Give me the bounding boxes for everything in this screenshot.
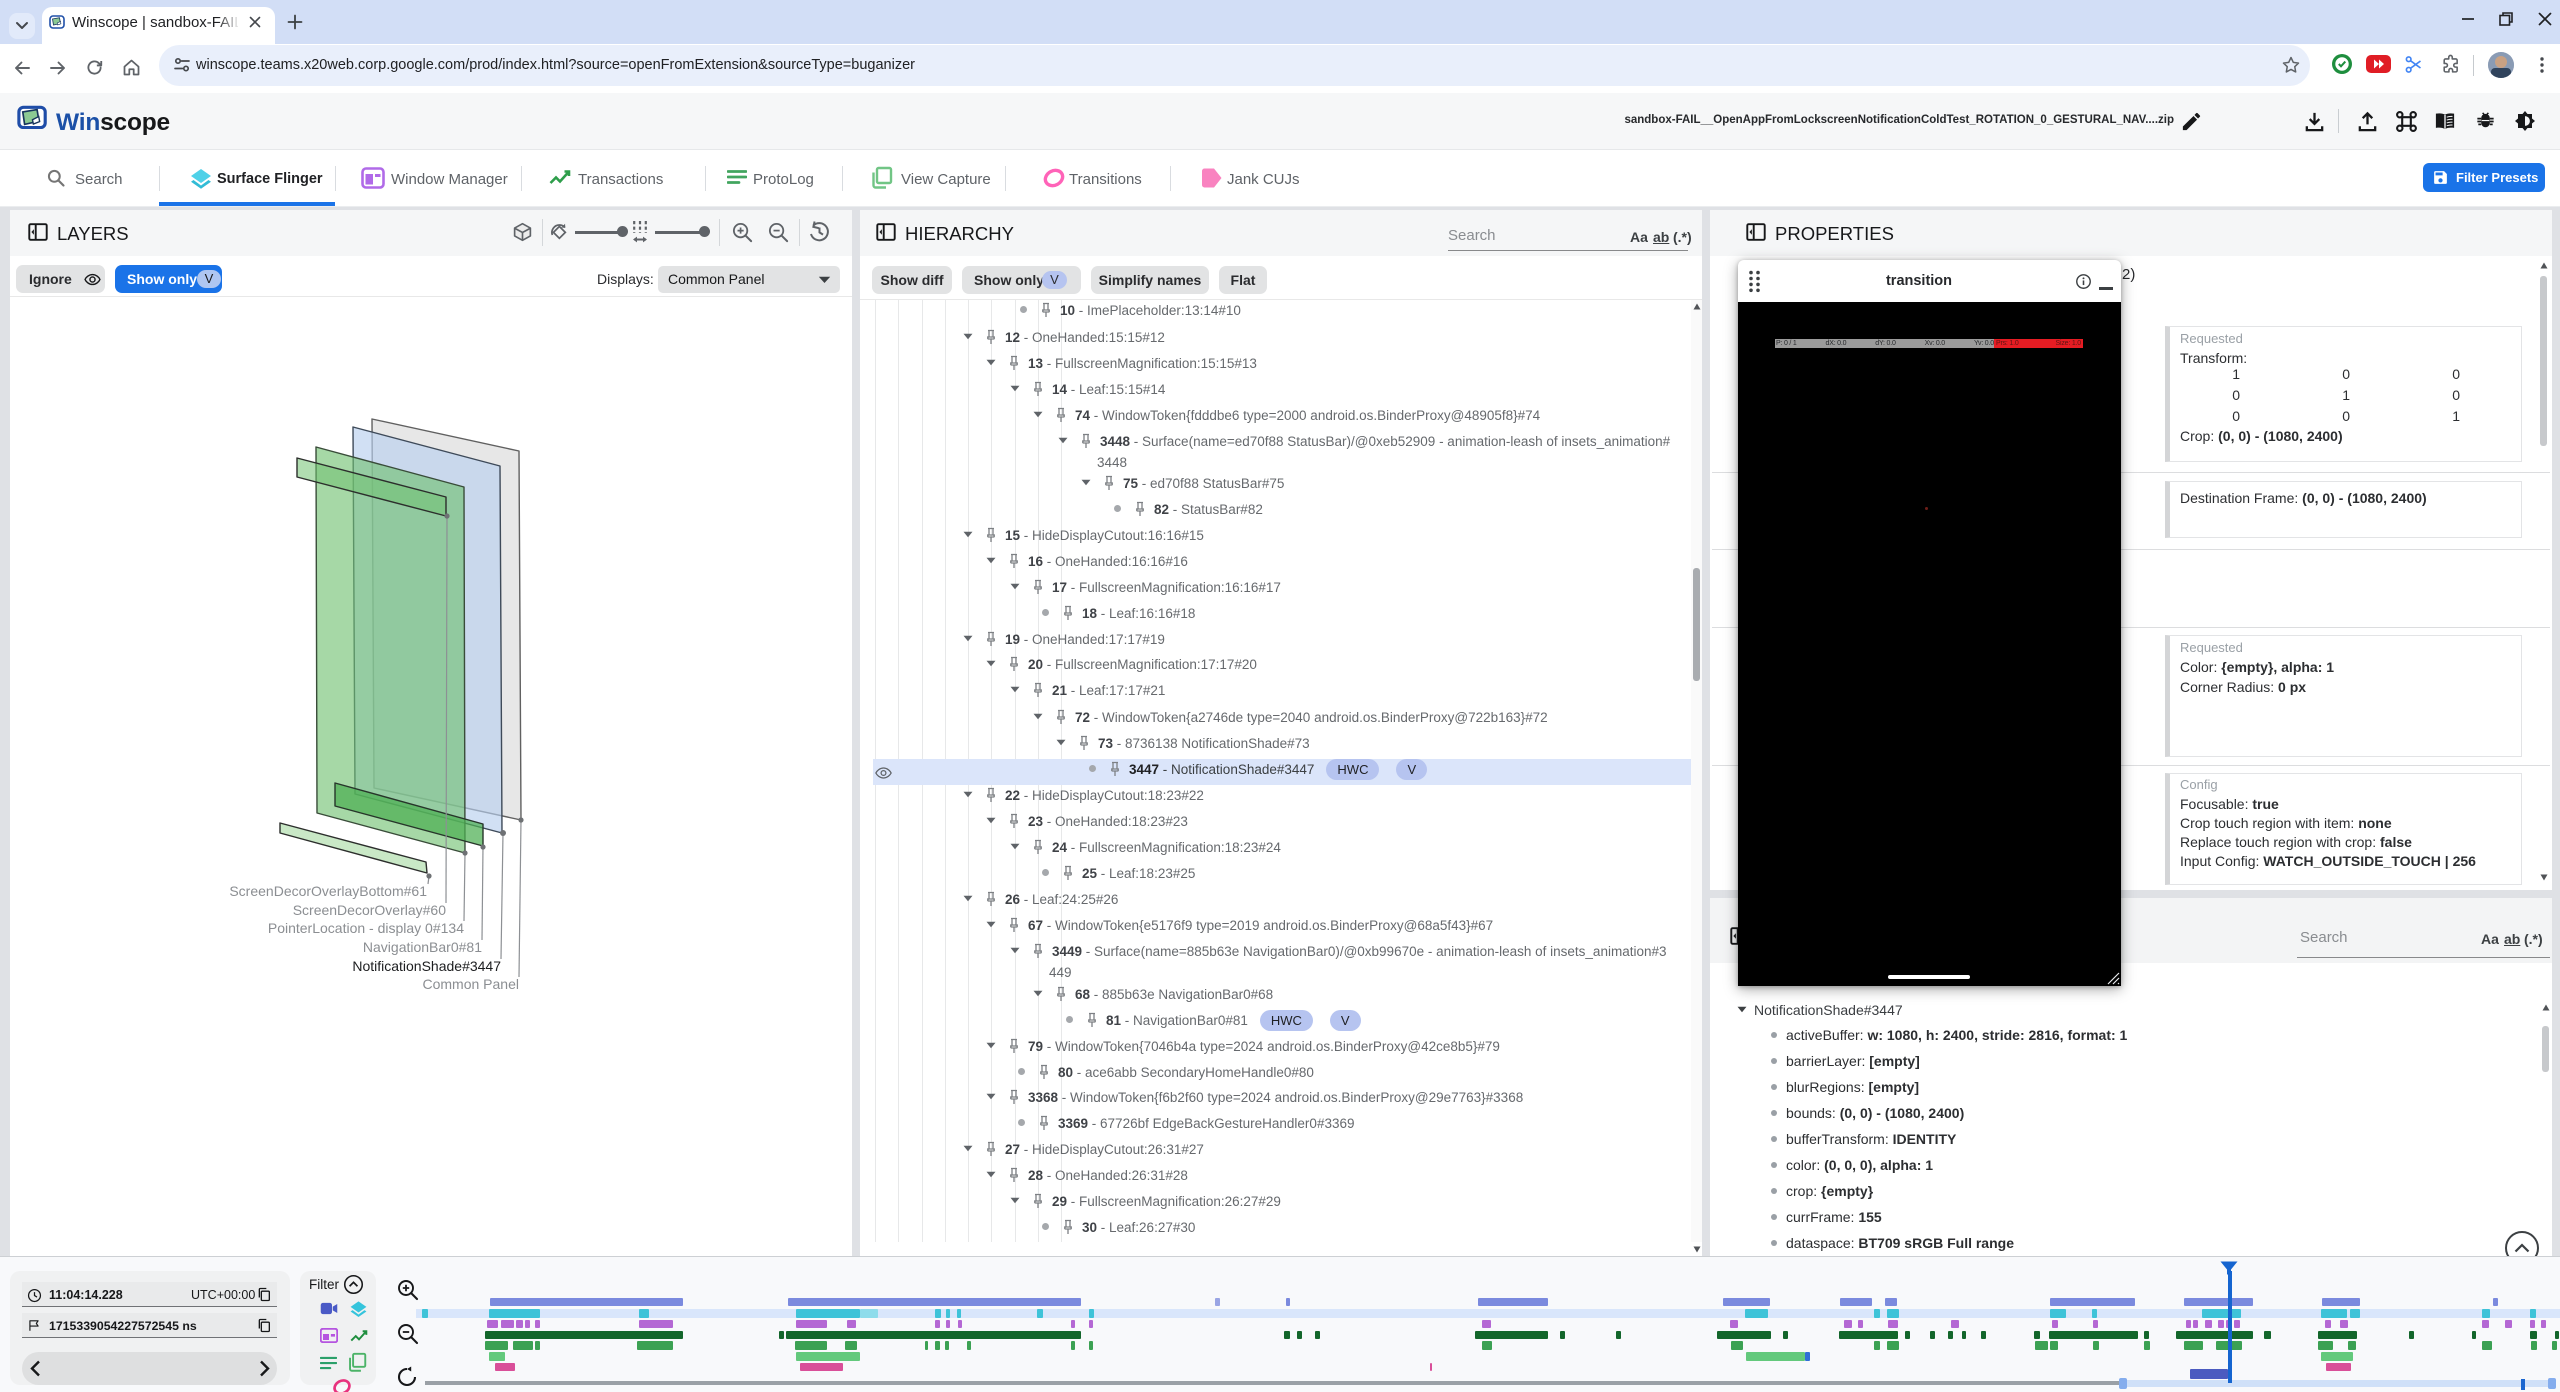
svg-text:ScreenDecorOverlay#60: ScreenDecorOverlay#60 <box>293 902 447 918</box>
svg-text:PointerLocation - display 0#13: PointerLocation - display 0#134 <box>268 920 464 936</box>
svg-text:ScreenDecorOverlayBottom#61: ScreenDecorOverlayBottom#61 <box>229 883 427 899</box>
svg-text:Common Panel: Common Panel <box>423 976 520 992</box>
svg-text:NotificationShade#3447: NotificationShade#3447 <box>352 958 501 974</box>
svg-text:NavigationBar0#81: NavigationBar0#81 <box>363 939 482 955</box>
